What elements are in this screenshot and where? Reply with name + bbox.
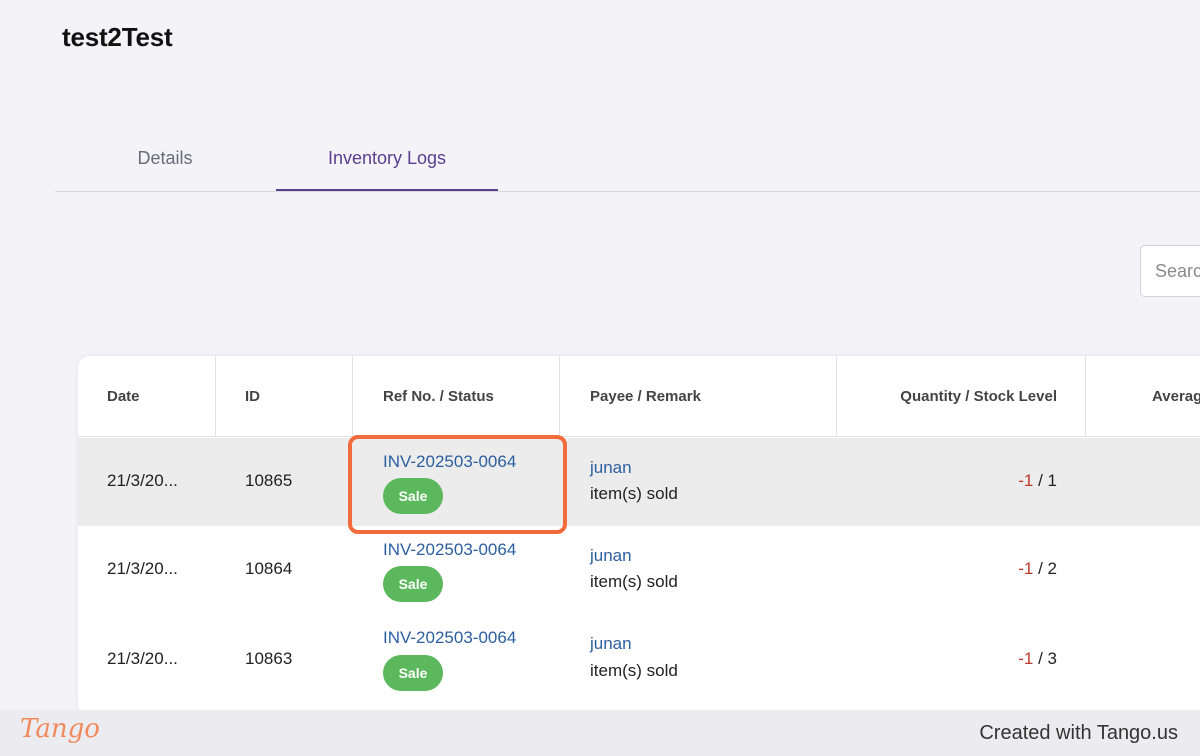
stock-level: / 2 xyxy=(1033,559,1057,578)
row-quantity-stock: -1 / 2 xyxy=(836,559,1057,579)
row-id: 10864 xyxy=(245,559,293,578)
ref-link[interactable]: INV-202503-0064 xyxy=(383,628,516,648)
column-header-payee-remark[interactable]: Payee / Remark xyxy=(590,356,701,437)
row-date: 21/3/20... xyxy=(107,471,178,490)
tango-logo: Tango xyxy=(20,714,100,744)
row-date: 21/3/20... xyxy=(107,649,178,668)
payee-link[interactable]: junan xyxy=(590,458,632,478)
page-title: test2Test xyxy=(62,22,173,52)
footer-bar: Tango Created with Tango.us xyxy=(0,710,1200,756)
row-quantity-stock: -1 / 1 xyxy=(836,471,1057,491)
stock-level: / 3 xyxy=(1033,649,1057,668)
ref-link[interactable]: INV-202503-0064 xyxy=(383,540,516,560)
row-quantity-stock: -1 / 3 xyxy=(836,649,1057,669)
column-header-id[interactable]: ID xyxy=(245,356,260,437)
stock-level: / 1 xyxy=(1033,471,1057,490)
payee-link[interactable]: junan xyxy=(590,546,632,566)
footer-credit: Created with Tango.us xyxy=(979,722,1178,744)
payee-link[interactable]: junan xyxy=(590,634,632,654)
quantity-change: -1 xyxy=(1018,471,1034,490)
tab-details[interactable]: Details xyxy=(55,128,275,191)
row-date: 21/3/20... xyxy=(107,559,178,578)
table-row[interactable]: 21/3/20... 10863 INV-202503-0064 Sale ju… xyxy=(78,614,1200,706)
tab-bar: Details Inventory Logs xyxy=(55,128,1200,192)
row-remark: item(s) sold xyxy=(590,484,678,503)
column-header-average[interactable]: Averag xyxy=(1152,356,1200,437)
quantity-change: -1 xyxy=(1018,559,1034,578)
inventory-logs-table: Date ID Ref No. / Status Payee / Remark … xyxy=(78,356,1200,716)
tab-inventory-logs[interactable]: Inventory Logs xyxy=(276,128,498,191)
row-remark: item(s) sold xyxy=(590,572,678,591)
column-header-date[interactable]: Date xyxy=(107,356,140,437)
status-badge: Sale xyxy=(383,566,443,602)
row-id: 10865 xyxy=(245,471,293,490)
search-input[interactable] xyxy=(1140,245,1200,297)
table-header: Date ID Ref No. / Status Payee / Remark … xyxy=(78,356,1200,437)
row-remark: item(s) sold xyxy=(590,661,678,680)
table-row[interactable]: 21/3/20... 10865 INV-202503-0064 Sale ju… xyxy=(78,438,1200,526)
status-badge: Sale xyxy=(383,655,443,691)
column-header-quantity-stock[interactable]: Quantity / Stock Level xyxy=(836,356,1057,437)
column-header-ref-status[interactable]: Ref No. / Status xyxy=(383,356,494,437)
table-row[interactable]: 21/3/20... 10864 INV-202503-0064 Sale ju… xyxy=(78,526,1200,614)
quantity-change: -1 xyxy=(1018,649,1034,668)
step-highlight-box xyxy=(348,435,567,534)
row-id: 10863 xyxy=(245,649,293,668)
